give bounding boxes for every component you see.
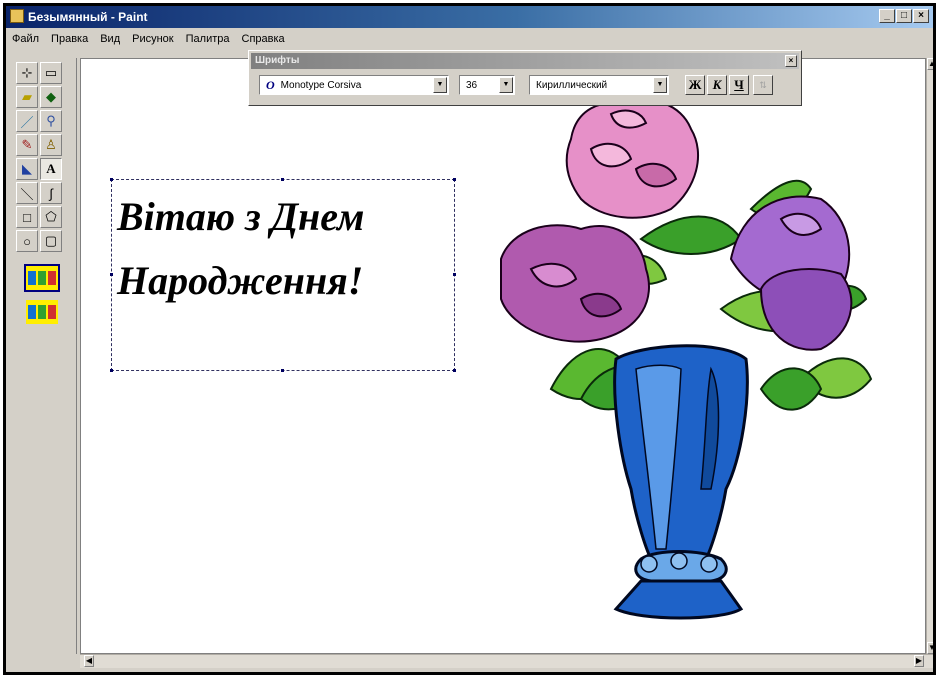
rect-select-tool[interactable]: ▭ bbox=[40, 62, 62, 84]
brush-tool[interactable]: ♙ bbox=[40, 134, 62, 156]
bold-button[interactable]: Ж bbox=[685, 75, 705, 95]
vertical-text-icon: ⇅ bbox=[759, 80, 767, 90]
transparent-swatch-icon bbox=[48, 305, 56, 319]
window-title: Безымянный - Paint bbox=[28, 10, 148, 24]
polygon-icon: ⬠ bbox=[45, 209, 57, 224]
magenta-lilac-left bbox=[500, 224, 650, 343]
pencil-icon: ✎ bbox=[21, 137, 33, 152]
dropdown-arrow-icon: ▼ bbox=[433, 77, 447, 93]
opaque-swatch-icon bbox=[28, 271, 36, 285]
font-name-select[interactable]: O Monotype Corsiva ▼ bbox=[259, 75, 449, 95]
blue-vase bbox=[613, 344, 749, 620]
maximize-button[interactable]: □ bbox=[896, 9, 912, 23]
opaque-swatch-icon bbox=[48, 271, 56, 285]
eraser-tool[interactable]: ▰ bbox=[16, 86, 38, 108]
opaque-swatch-icon bbox=[38, 271, 46, 285]
paint-app-icon bbox=[10, 9, 24, 23]
font-script-select[interactable]: Кириллический ▼ bbox=[529, 75, 669, 95]
text-tool[interactable]: A bbox=[40, 158, 62, 180]
fonts-toolbar-title[interactable]: Шрифты × bbox=[251, 53, 799, 69]
vertical-scrollbar[interactable]: ▲ ▼ bbox=[926, 58, 933, 654]
transparent-swatch-icon bbox=[28, 305, 36, 319]
line-tool[interactable]: ＼ bbox=[16, 182, 38, 204]
rectangle-tool[interactable]: □ bbox=[16, 206, 38, 228]
toolbox: ⊹ ▭ ▰ ◆ ／ ⚲ ✎ ♙ ◣ A ＼ ∫ □ ⬠ ○ ▢ bbox=[14, 58, 77, 654]
font-size-select[interactable]: 36 ▼ bbox=[459, 75, 515, 95]
minimize-button[interactable]: _ bbox=[879, 9, 895, 23]
menu-edit[interactable]: Правка bbox=[51, 33, 88, 45]
menu-colors[interactable]: Палитра bbox=[186, 33, 230, 45]
airbrush-icon: ◣ bbox=[22, 161, 32, 176]
ellipse-icon: ○ bbox=[23, 233, 31, 249]
fonts-toolbar-title-text: Шрифты bbox=[255, 55, 300, 66]
flower-vase-clipart bbox=[500, 99, 873, 620]
free-select-icon: ⊹ bbox=[21, 65, 33, 80]
font-name-value: Monotype Corsiva bbox=[280, 79, 362, 91]
font-script-value: Кириллический bbox=[536, 79, 608, 91]
drawing-canvas[interactable]: Вітаю з Днем Народження! bbox=[80, 58, 926, 654]
dropdown-arrow-icon: ▼ bbox=[499, 77, 513, 93]
title-bar[interactable]: Безымянный - Paint _ □ × bbox=[6, 6, 933, 28]
italic-button[interactable]: К bbox=[707, 75, 727, 95]
transparent-swatch-icon bbox=[38, 305, 46, 319]
polygon-tool[interactable]: ⬠ bbox=[40, 206, 62, 228]
menu-help[interactable]: Справка bbox=[242, 33, 285, 45]
picker-tool[interactable]: ／ bbox=[16, 110, 38, 132]
underline-button[interactable]: Ч bbox=[729, 75, 749, 95]
eyedropper-icon: ／ bbox=[20, 114, 34, 130]
menu-image[interactable]: Рисунок bbox=[132, 33, 174, 45]
menu-bar: Файл Правка Вид Рисунок Палитра Справка bbox=[6, 28, 933, 50]
fonts-toolbar: Шрифты × O Monotype Corsiva ▼ 36 ▼ Кирил… bbox=[248, 50, 802, 106]
magnifier-icon: ⚲ bbox=[46, 113, 56, 128]
transparent-background-option[interactable] bbox=[24, 298, 60, 326]
horizontal-scrollbar[interactable]: ◀ ▶ bbox=[80, 654, 933, 668]
scroll-up-button[interactable]: ▲ bbox=[927, 58, 933, 70]
purple-lilac-right bbox=[729, 195, 853, 351]
font-size-value: 36 bbox=[466, 79, 478, 91]
paint-window: Безымянный - Paint _ □ × Файл Правка Вид… bbox=[3, 3, 936, 675]
scroll-right-button[interactable]: ▶ bbox=[914, 655, 924, 667]
rounded-rect-icon: ▢ bbox=[44, 233, 58, 248]
scroll-left-button[interactable]: ◀ bbox=[84, 655, 94, 667]
curve-icon: ∫ bbox=[49, 185, 53, 201]
fonts-toolbar-close-button[interactable]: × bbox=[785, 55, 797, 67]
close-button[interactable]: × bbox=[913, 9, 929, 23]
free-select-tool[interactable]: ⊹ bbox=[16, 62, 38, 84]
pink-lilac-top bbox=[565, 99, 700, 219]
dropdown-arrow-icon: ▼ bbox=[653, 77, 667, 93]
ellipse-tool[interactable]: ○ bbox=[16, 230, 38, 252]
vertical-text-button[interactable]: ⇅ bbox=[753, 75, 773, 95]
airbrush-tool[interactable]: ◣ bbox=[16, 158, 38, 180]
line-icon: ＼ bbox=[20, 186, 34, 202]
menu-file[interactable]: Файл bbox=[12, 33, 39, 45]
text-a-icon: A bbox=[46, 161, 56, 176]
brush-icon: ♙ bbox=[45, 137, 57, 152]
rounded-rect-tool[interactable]: ▢ bbox=[40, 230, 62, 252]
eraser-icon: ▰ bbox=[22, 89, 32, 104]
pencil-tool[interactable]: ✎ bbox=[16, 134, 38, 156]
close-icon: × bbox=[788, 56, 794, 65]
rectangle-icon: □ bbox=[23, 209, 31, 225]
magnifier-tool[interactable]: ⚲ bbox=[40, 110, 62, 132]
paint-bucket-icon: ◆ bbox=[46, 89, 56, 104]
rect-select-icon: ▭ bbox=[44, 65, 58, 80]
menu-view[interactable]: Вид bbox=[100, 33, 120, 45]
opentype-font-icon: O bbox=[266, 77, 275, 92]
opaque-background-option[interactable] bbox=[24, 264, 60, 292]
curve-tool[interactable]: ∫ bbox=[40, 182, 62, 204]
fill-tool[interactable]: ◆ bbox=[40, 86, 62, 108]
scroll-down-button[interactable]: ▼ bbox=[927, 642, 933, 654]
